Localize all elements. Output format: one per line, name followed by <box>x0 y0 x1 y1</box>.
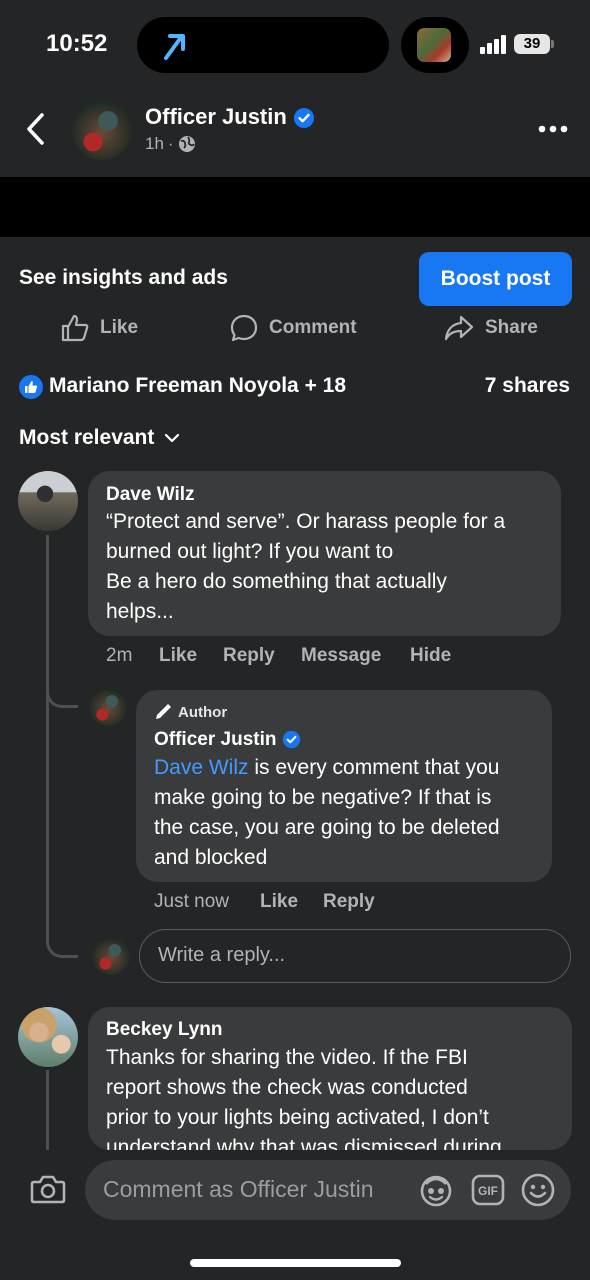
comment-like-button[interactable]: Like <box>159 645 223 667</box>
back-arrow-icon[interactable] <box>24 112 48 146</box>
thumbs-up-icon <box>60 313 90 343</box>
reply-line: make going to be negative? If that is <box>154 786 492 809</box>
comment-sort-dropdown[interactable]: Most relevant <box>19 426 180 450</box>
reply-author-name: Officer Justin <box>154 729 277 750</box>
profile-name: Officer Justin <box>145 104 287 129</box>
comment-text: “Protect and serve”. Or harass people fo… <box>106 507 505 627</box>
share-button[interactable]: Share <box>443 310 538 346</box>
chevron-down-icon <box>164 433 180 443</box>
write-reply-input[interactable]: Write a reply... <box>139 929 571 983</box>
post-meta: 1h · <box>145 134 196 154</box>
comment-line: Thanks for sharing the video. If the FBI <box>106 1046 468 1069</box>
like-reaction-icon <box>19 375 43 399</box>
reply-author[interactable]: Officer Justin <box>154 729 301 751</box>
verified-badge-icon <box>293 107 315 129</box>
comment-actions: 2m Like Reply Message Hide <box>106 645 451 667</box>
avatar-sticker-icon[interactable] <box>418 1172 454 1208</box>
share-icon <box>443 313 475 343</box>
reply-actions: Just now Like Reply <box>154 891 375 913</box>
sort-label: Most relevant <box>19 426 155 449</box>
thread-line <box>46 1070 49 1150</box>
commenter-avatar[interactable] <box>18 1007 78 1067</box>
post-media-edge <box>0 177 590 237</box>
reply-line-text: is every comment that you <box>248 756 500 779</box>
comment-line: Be a hero do something that actually <box>106 570 447 593</box>
share-label: Share <box>485 317 538 338</box>
reply-time: Just now <box>154 891 229 912</box>
avatar[interactable] <box>72 100 132 160</box>
separator-dot: · <box>167 134 174 153</box>
like-button[interactable]: Like <box>60 310 138 346</box>
like-label: Like <box>100 317 139 338</box>
pencil-icon <box>154 703 172 721</box>
comment-line: “Protect and serve”. Or harass people fo… <box>106 510 506 533</box>
more-icon[interactable] <box>538 124 568 134</box>
comment-line: helps... <box>106 600 174 623</box>
signal-icon <box>480 34 508 54</box>
reaction-names[interactable]: Mariano Freeman Noyola + 18 <box>49 374 346 398</box>
comment-text: Thanks for sharing the video. If the FBI… <box>106 1043 502 1150</box>
comment-icon <box>229 313 259 343</box>
comment-author[interactable]: Beckey Lynn <box>106 1019 223 1041</box>
globe-icon <box>178 135 196 153</box>
live-activity-thumbnail <box>417 28 451 62</box>
mention-link[interactable]: Dave Wilz <box>154 756 249 779</box>
comment-author[interactable]: Dave Wilz <box>106 484 195 506</box>
battery-nub <box>551 40 554 48</box>
home-indicator <box>190 1259 401 1267</box>
insights-link[interactable]: See insights and ads <box>19 266 228 290</box>
page-title[interactable]: Officer Justin <box>145 104 315 130</box>
post-time: 1h <box>145 134 164 153</box>
comment-placeholder[interactable]: Comment as Officer Justin <box>103 1176 374 1203</box>
reply-input-avatar <box>92 937 130 975</box>
status-time: 10:52 <box>46 30 108 57</box>
reply-reply-button[interactable]: Reply <box>323 891 375 913</box>
commenter-avatar[interactable] <box>18 471 78 531</box>
camera-icon[interactable] <box>30 1173 66 1205</box>
comment-reply-button[interactable]: Reply <box>223 645 301 667</box>
comment-line: understand why that was dismissed during <box>106 1136 502 1150</box>
comment-message-button[interactable]: Message <box>301 645 410 667</box>
thread-line <box>46 535 49 945</box>
emoji-icon[interactable] <box>520 1172 556 1208</box>
comment-line: report shows the check was conducted <box>106 1076 468 1099</box>
comment-line: burned out light? If you want to <box>106 540 394 563</box>
shares-count[interactable]: 7 shares <box>485 374 570 398</box>
reply-text: Dave Wilz is every comment that you make… <box>154 753 500 873</box>
comment-time: 2m <box>106 645 133 666</box>
location-arrow-icon <box>160 28 190 62</box>
svg-text:GIF: GIF <box>478 1184 498 1198</box>
comment-bubble: Beckey Lynn Thanks for sharing the video… <box>88 1007 572 1150</box>
boost-post-button[interactable]: Boost post <box>419 252 572 306</box>
author-tag-label: Author <box>178 703 228 721</box>
comment-line: prior to your lights being activated, I … <box>106 1106 489 1129</box>
thread-branch <box>46 670 78 708</box>
comment-hide-button[interactable]: Hide <box>410 645 451 667</box>
author-tag: Author <box>154 703 227 721</box>
reply-line: and blocked <box>154 846 268 869</box>
gif-icon[interactable]: GIF <box>471 1174 505 1206</box>
reply-like-button[interactable]: Like <box>260 891 323 913</box>
reply-line: the case, you are going to be deleted <box>154 816 500 839</box>
comment-button[interactable]: Comment <box>229 310 357 346</box>
comment-label: Comment <box>269 317 357 338</box>
thread-branch <box>46 920 78 958</box>
verified-badge-icon <box>282 730 301 749</box>
reply-line: Dave Wilz is every comment that you <box>154 753 500 783</box>
battery-indicator: 39 <box>514 34 550 54</box>
reply-avatar[interactable] <box>89 688 127 726</box>
